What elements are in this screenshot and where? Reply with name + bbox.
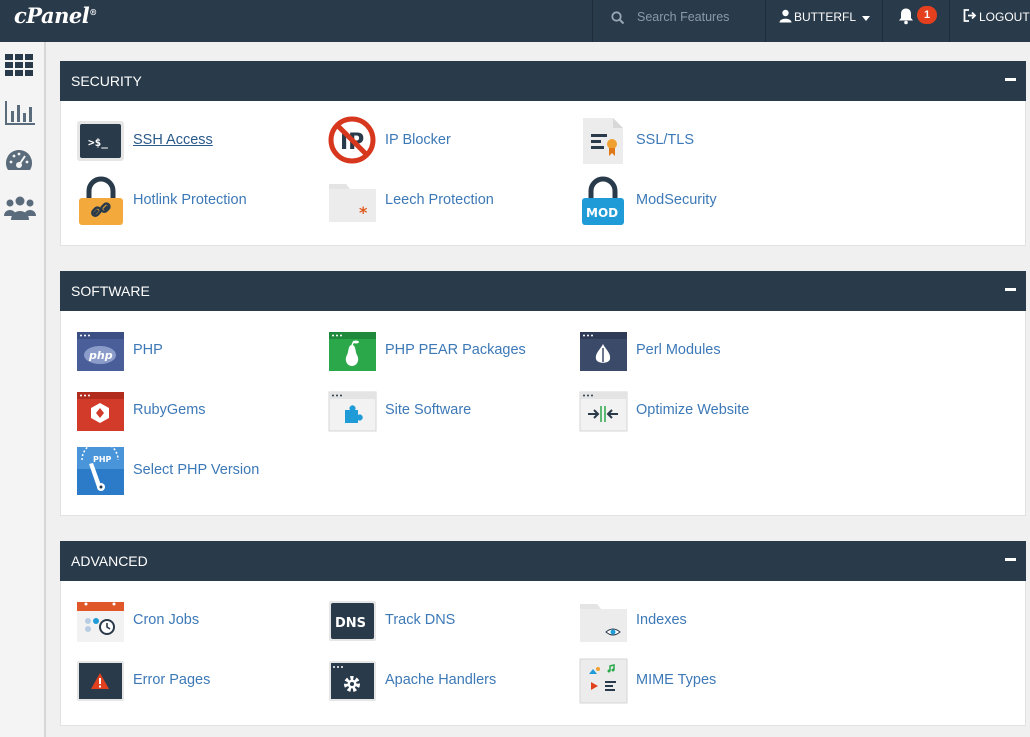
search-box[interactable]: Search Features — [593, 0, 765, 42]
chevron-down-icon — [862, 16, 870, 21]
panel-title: ADVANCED — [71, 553, 148, 569]
notification-badge: 1 — [917, 6, 937, 24]
svg-text:MOD: MOD — [586, 206, 618, 220]
advanced-panel: ADVANCED Cron Jobs DNS Track DNS Indexes… — [60, 541, 1026, 726]
collapse-icon[interactable] — [1005, 78, 1016, 81]
padlock-link-icon — [79, 176, 123, 225]
svg-text:PHP: PHP — [93, 455, 112, 464]
bar-chart-icon — [5, 101, 35, 125]
media-file-icon — [579, 658, 628, 704]
users-icon — [4, 196, 36, 220]
calendar-clock-icon — [77, 602, 124, 642]
sidebar-item-statistics[interactable] — [4, 99, 36, 131]
username: BUTTERFL — [794, 10, 857, 24]
php-window-icon: php — [77, 332, 124, 371]
sidebar — [0, 42, 46, 737]
panel-title: SECURITY — [71, 73, 142, 89]
sidebar-item-home[interactable] — [4, 53, 36, 85]
pear-window-icon — [329, 332, 376, 371]
panel-header: SECURITY — [60, 61, 1026, 101]
bell-icon — [899, 8, 913, 25]
dashboard-icon — [5, 149, 33, 170]
software-panel: SOFTWARE php PHP PHP PEAR Packages Perl … — [60, 271, 1026, 516]
svg-text:php: php — [88, 349, 113, 362]
certificate-icon — [583, 118, 623, 164]
grid-icon — [5, 54, 33, 76]
terminal-icon: >$_ — [77, 121, 124, 161]
sidebar-item-users[interactable] — [4, 194, 36, 226]
compress-window-icon — [579, 391, 628, 432]
search-placeholder[interactable]: Search Features — [637, 10, 729, 24]
gear-window-icon — [329, 661, 376, 701]
panel-header: SOFTWARE — [60, 271, 1026, 311]
sidebar-item-dashboard[interactable] — [4, 148, 36, 180]
logout-button[interactable]: LOGOUT — [950, 0, 1030, 42]
warning-window-icon — [77, 661, 124, 701]
logout-icon — [963, 9, 977, 22]
notifications-button[interactable]: 1 — [883, 0, 949, 42]
cpanel-logo[interactable]: cPanel® — [14, 3, 97, 28]
panel-header: ADVANCED — [60, 541, 1026, 581]
folder-asterisk-icon: * — [329, 184, 376, 222]
onion-window-icon — [580, 332, 627, 371]
padlock-mod-icon: MOD — [582, 176, 624, 225]
top-bar: cPanel® Search Features BUTTERFL 1 LOGOU… — [0, 0, 1030, 42]
collapse-icon[interactable] — [1005, 558, 1016, 561]
folder-eye-icon — [580, 604, 627, 642]
ip-blocker-icon: IP — [328, 116, 376, 164]
ruby-window-icon — [77, 392, 124, 431]
dns-icon: DNS — [329, 601, 376, 641]
search-icon — [611, 11, 625, 25]
user-menu[interactable]: BUTTERFL — [766, 0, 882, 42]
user-icon — [779, 9, 792, 23]
svg-text:DNS: DNS — [335, 616, 366, 631]
php-gauge-icon: PHP — [77, 446, 124, 495]
panel-title: SOFTWARE — [71, 283, 150, 299]
logout-label: LOGOUT — [979, 10, 1030, 24]
puzzle-window-icon — [328, 391, 377, 432]
svg-text:>$_: >$_ — [88, 136, 108, 149]
security-panel: SECURITY >$_ SSH Access IP IP Blocker SS… — [60, 61, 1026, 246]
collapse-icon[interactable] — [1005, 288, 1016, 291]
svg-text:*: * — [359, 203, 368, 222]
